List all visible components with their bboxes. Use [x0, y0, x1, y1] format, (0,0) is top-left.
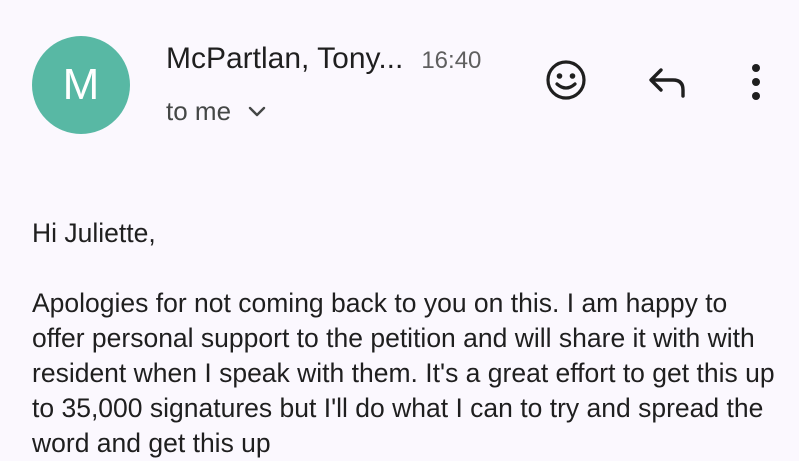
recipient-label: to me	[166, 96, 232, 126]
avatar-letter: M	[62, 60, 100, 109]
message-greeting: Hi Juliette,	[32, 218, 156, 248]
sender-row: McPartlan, Tony... 16:40	[166, 42, 481, 76]
sender-avatar[interactable]: M	[32, 36, 130, 134]
more-vert-icon	[752, 64, 760, 100]
chevron-down-icon	[247, 102, 267, 122]
add-reaction-button[interactable]	[540, 54, 592, 106]
message-paragraph: Apologies for not coming back to you on …	[32, 288, 775, 458]
message-time: 16:40	[421, 47, 482, 74]
recipient-details-toggle[interactable]: to me	[166, 96, 267, 127]
message-header: M McPartlan, Tony... 16:40 to me	[0, 0, 799, 150]
more-options-button[interactable]	[730, 56, 782, 108]
add-reaction-icon	[546, 60, 586, 100]
message-body: Hi Juliette, Apologies for not coming ba…	[32, 216, 782, 461]
sender-name[interactable]: McPartlan, Tony...	[166, 42, 403, 76]
reply-icon	[649, 68, 685, 98]
reply-button[interactable]	[642, 56, 694, 108]
